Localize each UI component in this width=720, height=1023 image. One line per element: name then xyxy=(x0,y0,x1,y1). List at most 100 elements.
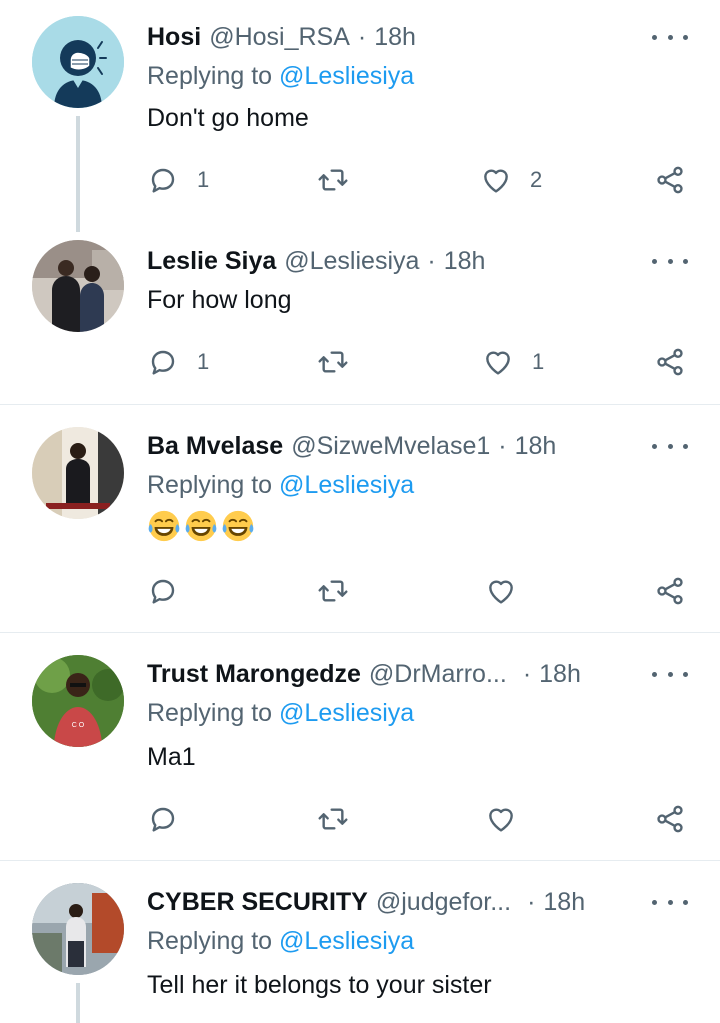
avatar[interactable] xyxy=(32,240,124,332)
heart-icon xyxy=(485,575,517,607)
user-handle[interactable]: @DrMarro... xyxy=(369,660,507,689)
thread-line xyxy=(76,983,80,1023)
heart-icon xyxy=(485,803,517,835)
reply-button[interactable] xyxy=(147,799,179,839)
reply-icon xyxy=(147,803,179,835)
user-handle[interactable]: @SizweMvelase1 xyxy=(291,432,490,461)
display-name[interactable]: CYBER SECURITY xyxy=(147,888,368,917)
separator-dot: · xyxy=(522,659,532,688)
avatar-photo xyxy=(32,240,124,332)
avatar-photo xyxy=(32,427,124,519)
tweet-header: CYBER SECURITY @judgefor... · 18h xyxy=(147,885,617,919)
share-icon xyxy=(654,164,686,196)
reply-button[interactable] xyxy=(147,571,179,611)
tweet-actions xyxy=(0,571,720,611)
share-button[interactable] xyxy=(654,160,686,200)
share-button[interactable] xyxy=(654,799,686,839)
retweet-icon xyxy=(317,803,349,835)
svg-text:C O: C O xyxy=(72,722,85,729)
more-icon[interactable] xyxy=(652,892,688,912)
face-with-tears-of-joy-icon xyxy=(221,509,255,543)
tweet-emojis xyxy=(147,509,258,543)
avatar[interactable]: C O xyxy=(32,655,124,747)
display-name[interactable]: Ba Mvelase xyxy=(147,432,283,461)
retweet-button[interactable] xyxy=(317,342,349,382)
tweet-text: For how long xyxy=(147,286,292,314)
separator-dot: · xyxy=(427,246,436,275)
share-button[interactable] xyxy=(654,571,686,611)
more-icon[interactable] xyxy=(652,251,688,271)
more-icon[interactable] xyxy=(652,27,688,47)
tweet[interactable]: Leslie Siya @Lesliesiya · 18h For how lo… xyxy=(0,230,720,404)
replying-to-label: Replying to xyxy=(147,471,273,499)
reply-button[interactable]: 1 xyxy=(147,342,209,382)
user-handle[interactable]: @Lesliesiya xyxy=(284,247,419,276)
share-icon xyxy=(654,803,686,835)
share-button[interactable] xyxy=(654,342,686,382)
timestamp[interactable]: 18h xyxy=(543,888,585,917)
more-icon[interactable] xyxy=(652,436,688,456)
face-with-tears-of-joy-icon xyxy=(147,509,181,543)
separator-dot: · xyxy=(527,887,536,916)
separator-dot: · xyxy=(357,22,367,51)
user-handle[interactable]: @Hosi_RSA xyxy=(209,23,350,52)
tweet-header: Ba Mvelase @SizweMvelase1 · 18h xyxy=(147,429,617,463)
retweet-button[interactable] xyxy=(317,571,349,611)
like-button[interactable] xyxy=(485,571,517,611)
reply-button[interactable]: 1 xyxy=(147,160,209,200)
mention-link[interactable]: @Lesliesiya xyxy=(279,62,414,90)
reply-count: 1 xyxy=(197,349,210,374)
like-count: 2 xyxy=(530,167,543,192)
tweet-header: Hosi @Hosi_RSA · 18h xyxy=(147,20,617,54)
avatar-photo: C O xyxy=(32,655,124,747)
mention-link[interactable]: @Lesliesiya xyxy=(279,471,414,499)
display-name[interactable]: Leslie Siya xyxy=(147,247,276,276)
timestamp[interactable]: 18h xyxy=(374,23,416,52)
tweet[interactable]: CYBER SECURITY @judgefor... · 18h Replyi… xyxy=(0,861,720,1023)
like-button[interactable]: 2 xyxy=(480,160,542,200)
display-name[interactable]: Trust Marongedze xyxy=(147,660,361,689)
tweet[interactable]: Hosi @Hosi_RSA · 18h Replying to @Leslie… xyxy=(0,0,720,232)
face-with-tears-of-joy-icon xyxy=(184,509,218,543)
like-button[interactable]: 1 xyxy=(482,342,544,382)
tweet[interactable]: Ba Mvelase @SizweMvelase1 · 18h Replying… xyxy=(0,405,720,632)
replying-to: Replying to @Lesliesiya xyxy=(147,927,414,956)
avatar[interactable] xyxy=(32,16,124,108)
mention-link[interactable]: @Lesliesiya xyxy=(279,699,414,727)
mention-link[interactable]: @Lesliesiya xyxy=(279,927,414,955)
retweet-icon xyxy=(317,346,349,378)
reply-icon xyxy=(147,164,179,196)
reply-count: 1 xyxy=(197,167,210,192)
more-icon[interactable] xyxy=(652,664,688,684)
replying-to: Replying to @Lesliesiya xyxy=(147,699,414,728)
tweet-actions: 1 1 xyxy=(0,342,720,382)
tweet-actions xyxy=(0,799,720,839)
timestamp[interactable]: 18h xyxy=(539,660,581,689)
replying-to-label: Replying to xyxy=(147,927,273,955)
tweet-header: Trust Marongedze @DrMarro... · 18h xyxy=(147,657,617,691)
retweet-button[interactable] xyxy=(317,799,349,839)
reply-icon xyxy=(147,575,179,607)
avatar[interactable] xyxy=(32,427,124,519)
replying-to: Replying to @Lesliesiya xyxy=(147,62,414,91)
share-icon xyxy=(654,346,686,378)
separator-dot: · xyxy=(498,431,507,460)
replying-to-label: Replying to xyxy=(147,699,273,727)
avatar-mask-illustration xyxy=(32,16,124,108)
replying-to-label: Replying to xyxy=(147,62,273,90)
user-handle[interactable]: @judgefor... xyxy=(376,888,511,917)
display-name[interactable]: Hosi xyxy=(147,23,201,52)
tweet-text: Tell her it belongs to your sister xyxy=(147,971,492,999)
timestamp[interactable]: 18h xyxy=(444,247,486,276)
tweet[interactable]: C O Trust Marongedze @DrMarro... · 18h R… xyxy=(0,633,720,860)
tweet-text: Don't go home xyxy=(147,104,309,132)
replying-to: Replying to @Lesliesiya xyxy=(147,471,414,500)
retweet-button[interactable] xyxy=(317,160,349,200)
like-button[interactable] xyxy=(485,799,517,839)
tweet-text: Ma1 xyxy=(147,743,196,771)
tweet-header: Leslie Siya @Lesliesiya · 18h xyxy=(147,244,617,278)
reply-icon xyxy=(147,346,179,378)
timestamp[interactable]: 18h xyxy=(515,432,557,461)
avatar[interactable] xyxy=(32,883,124,975)
share-icon xyxy=(654,575,686,607)
